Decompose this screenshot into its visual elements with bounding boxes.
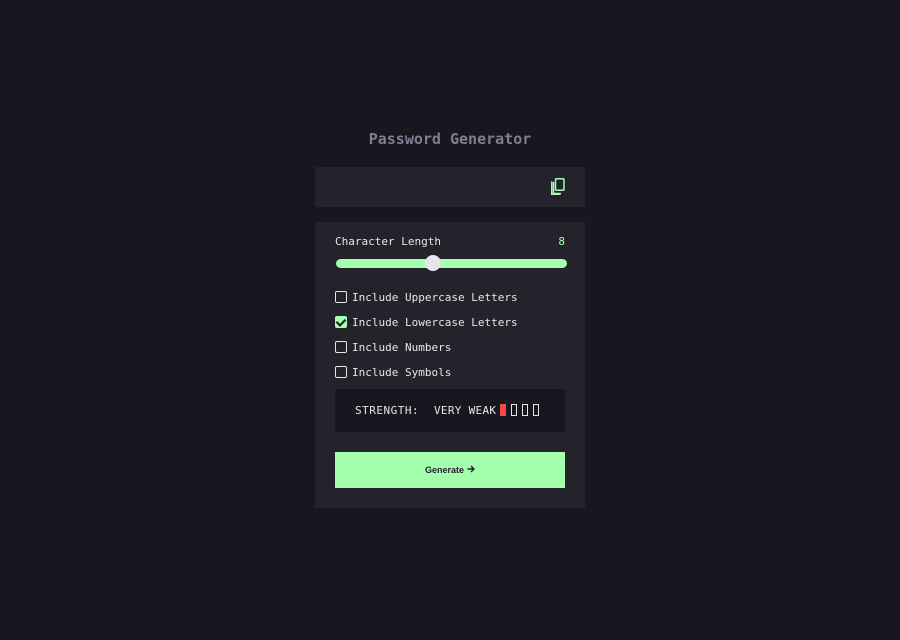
generate-button[interactable]: Generate (335, 452, 565, 488)
strength-bar (511, 404, 517, 416)
option-symbols[interactable]: Include Symbols (335, 365, 451, 379)
option-uppercase[interactable]: Include Uppercase Letters (335, 290, 518, 304)
password-output (315, 167, 585, 207)
arrow-right-icon (467, 465, 476, 476)
option-label: Include Uppercase Letters (352, 290, 518, 304)
copy-icon[interactable] (551, 178, 565, 195)
character-length-label: Character Length (335, 235, 441, 248)
generate-button-label: Generate (424, 465, 465, 475)
option-lowercase[interactable]: Include Lowercase Letters (335, 315, 518, 329)
strength-label: STRENGTH: (355, 404, 420, 417)
page-title: Password Generator (368, 130, 532, 148)
option-label: Include Symbols (352, 365, 452, 379)
lowercase-checkbox[interactable] (335, 316, 347, 328)
symbols-checkbox[interactable] (335, 366, 347, 378)
strength-bar (522, 404, 528, 416)
character-length-value: 8 (558, 235, 565, 248)
option-numbers[interactable]: Include Numbers (335, 340, 451, 354)
strength-bar (500, 404, 506, 416)
option-label: Include Lowercase Letters (352, 315, 518, 329)
strength-bars (500, 404, 539, 416)
strength-meter: STRENGTH: VERY WEAK (335, 389, 565, 432)
length-slider-fill (336, 259, 567, 268)
strength-rating: VERY WEAK (434, 404, 497, 417)
settings-panel: Character Length 8 Include Uppercase Let… (315, 222, 585, 508)
length-slider[interactable] (336, 255, 567, 271)
uppercase-checkbox[interactable] (335, 291, 347, 303)
length-slider-thumb[interactable] (425, 255, 442, 271)
option-label: Include Numbers (352, 340, 452, 354)
strength-bar (533, 404, 539, 416)
numbers-checkbox[interactable] (335, 341, 347, 353)
